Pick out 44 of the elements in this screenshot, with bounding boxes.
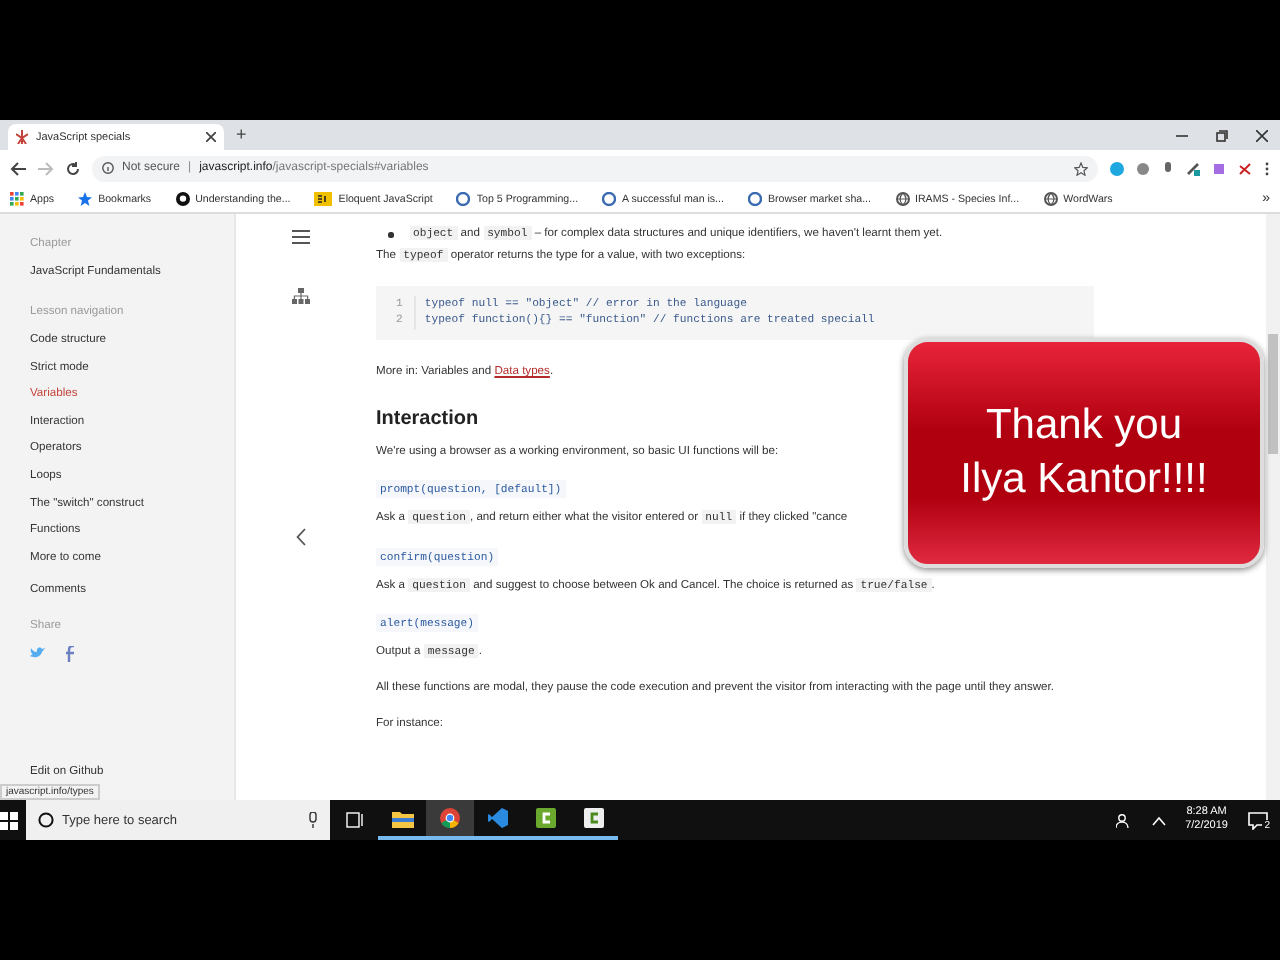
folder-icon: [391, 809, 413, 827]
windows-logo-icon: [0, 811, 18, 829]
reload-icon: [66, 161, 80, 175]
section-heading: Interaction: [376, 408, 479, 431]
f-letter-icon: [66, 646, 76, 663]
task-view-icon: [345, 812, 363, 828]
notification-icon: [1248, 811, 1268, 829]
close-icon: [206, 132, 216, 142]
forward-arrow-icon: [38, 161, 54, 175]
eyedropper-icon: [1186, 161, 1200, 175]
back-arrow-icon: [10, 161, 26, 175]
info-icon: [102, 162, 114, 174]
c-logo-icon: [584, 808, 604, 828]
more-vertical-icon: [1264, 161, 1270, 175]
bullet-icon: [388, 232, 393, 238]
microphone-icon: [308, 812, 318, 828]
c-logo-icon: [536, 808, 556, 828]
ejs-badge-icon: [314, 192, 333, 206]
close-icon: [1256, 129, 1268, 141]
new-tab-button[interactable]: +: [236, 124, 247, 146]
star-icon: [78, 192, 93, 206]
sitemap-icon: [291, 288, 309, 304]
menu-icon: [291, 230, 309, 244]
microphone-icon: [1162, 161, 1174, 175]
globe-icon: [1043, 192, 1058, 206]
people-icon: [1115, 812, 1132, 828]
star-outline-icon: [1074, 161, 1088, 175]
chrome-logo-icon: [440, 808, 460, 828]
scrollbar[interactable]: [1266, 214, 1280, 800]
search-icon: [38, 812, 54, 828]
bird-icon: [30, 646, 46, 661]
thank-you-callout: Thank you Ilya Kantor!!!!: [904, 338, 1264, 568]
circle-logo-icon: [747, 192, 762, 206]
chevron-up-icon: [1151, 815, 1166, 825]
taskbar-app[interactable]: [426, 800, 474, 840]
site-logo-icon: [16, 130, 28, 144]
circle-logo-icon: [602, 192, 617, 206]
circle-logo-icon: [456, 192, 471, 206]
chevron-left-icon: [295, 528, 305, 546]
ribbon-logo-icon: [488, 808, 508, 828]
minimize-icon: [1176, 129, 1188, 141]
restore-icon: [1216, 129, 1228, 141]
globe-icon: [895, 192, 909, 206]
apps-grid-icon: [10, 192, 24, 206]
